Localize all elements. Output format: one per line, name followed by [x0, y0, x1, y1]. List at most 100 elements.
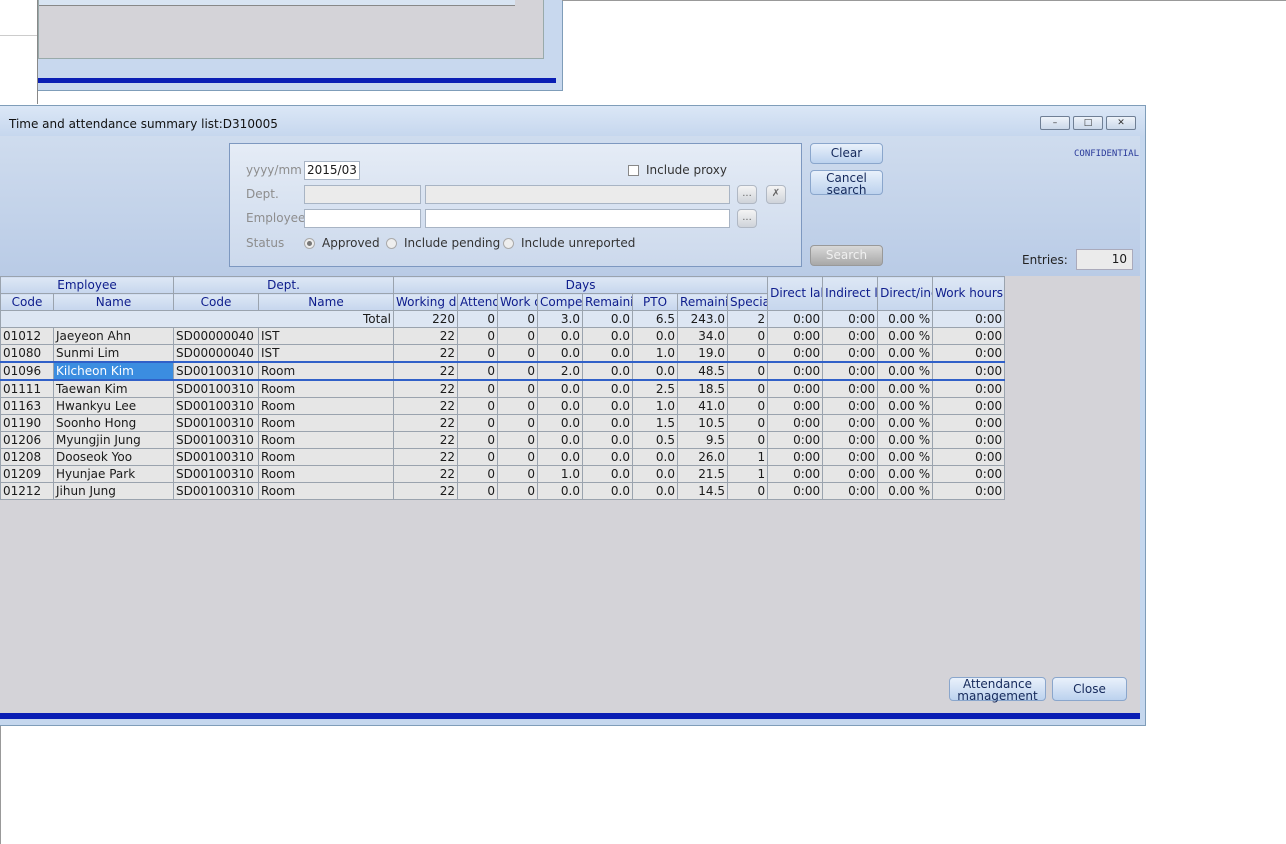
direct-labor-header[interactable]: Direct labor: [767, 276, 824, 311]
dept-name-cell[interactable]: Room: [257, 431, 395, 449]
value-cell[interactable]: 0:00: [822, 465, 879, 483]
dept-code-cell[interactable]: SD00100310: [173, 361, 259, 381]
value-cell[interactable]: 0: [457, 327, 499, 345]
working-days-header[interactable]: Working days: [393, 293, 459, 311]
dept-name-input[interactable]: [425, 185, 730, 204]
title-bar[interactable]: Time and attendance summary list:D310005…: [0, 106, 1145, 136]
cancel-search-button[interactable]: Cancel search: [810, 170, 883, 196]
value-cell[interactable]: 0:00: [932, 397, 1006, 415]
employee-name-cell[interactable]: Dooseok Yoo: [53, 448, 174, 466]
employee-code-cell[interactable]: 01163: [0, 397, 54, 415]
value-cell[interactable]: 0:00: [822, 397, 879, 415]
table-row[interactable]: 01163 Hwankyu Lee SD00100310 Room 22 0 0 0.0 0.0…: [0, 397, 1006, 415]
value-cell[interactable]: 22: [393, 414, 459, 432]
value-cell[interactable]: 0.0: [582, 361, 634, 381]
value-cell[interactable]: 0.0: [537, 448, 584, 466]
maximize-button[interactable]: □: [1073, 116, 1103, 130]
value-cell[interactable]: 0: [497, 465, 539, 483]
table-row[interactable]: 01208 Dooseok Yoo SD00100310 Room 22 0 0 0.0 0.0…: [0, 448, 1006, 466]
value-cell[interactable]: 0.0: [632, 448, 679, 466]
value-cell[interactable]: 0:00: [767, 465, 824, 483]
dept-name-cell[interactable]: Room: [257, 361, 395, 381]
value-cell[interactable]: 0: [497, 397, 539, 415]
value-cell[interactable]: 1.0: [537, 465, 584, 483]
value-cell[interactable]: 0:00: [822, 344, 879, 363]
dept-code-cell[interactable]: SD00100310: [173, 431, 259, 449]
value-cell[interactable]: 0:00: [767, 448, 824, 466]
dept-browse-button[interactable]: ...: [737, 185, 757, 204]
value-cell[interactable]: 0: [727, 344, 769, 363]
employee-name-cell[interactable]: Soonho Hong: [53, 414, 174, 432]
employee-code-cell[interactable]: 01080: [0, 344, 54, 363]
table-row[interactable]: 01096 Kilcheon Kim SD00100310 Room 22 0 0 2.0 0.…: [0, 361, 1006, 381]
employee-code-cell[interactable]: 01111: [0, 379, 54, 398]
value-cell[interactable]: 0: [497, 448, 539, 466]
value-cell[interactable]: 0.00 %: [877, 397, 934, 415]
dept-code-cell[interactable]: SD00100310: [173, 465, 259, 483]
value-cell[interactable]: 0.00 %: [877, 482, 934, 500]
direct-indirect-header[interactable]: Direct/indirect: [877, 276, 934, 311]
value-cell[interactable]: 0:00: [932, 465, 1006, 483]
value-cell[interactable]: 2.5: [632, 379, 679, 398]
value-cell[interactable]: 0.0: [537, 414, 584, 432]
employee-name-cell[interactable]: Myungjin Jung: [53, 431, 174, 449]
value-cell[interactable]: 0:00: [932, 327, 1006, 345]
employee-name-cell[interactable]: Sunmi Lim: [53, 344, 174, 363]
value-cell[interactable]: 0:00: [932, 379, 1006, 398]
value-cell[interactable]: 0.0: [632, 482, 679, 500]
value-cell[interactable]: 0.0: [537, 344, 584, 363]
value-cell[interactable]: 0.00 %: [877, 379, 934, 398]
search-button[interactable]: Search: [810, 245, 883, 266]
value-cell[interactable]: 0.0: [537, 482, 584, 500]
value-cell[interactable]: 10.5: [677, 414, 729, 432]
value-cell[interactable]: 0.0: [632, 327, 679, 345]
dept-code-cell[interactable]: SD00100310: [173, 482, 259, 500]
value-cell[interactable]: 1.0: [632, 344, 679, 363]
value-cell[interactable]: 0.0: [537, 379, 584, 398]
employee-code-cell[interactable]: 01206: [0, 431, 54, 449]
value-cell[interactable]: 0: [457, 379, 499, 398]
value-cell[interactable]: 19.0: [677, 344, 729, 363]
table-row[interactable]: 01206 Myungjin Jung SD00100310 Room 22 0 0 0.0 0…: [0, 431, 1006, 449]
employee-code-cell[interactable]: 01096: [0, 361, 54, 381]
value-cell[interactable]: 0: [497, 431, 539, 449]
value-cell[interactable]: 48.5: [677, 361, 729, 381]
value-cell[interactable]: 0.0: [537, 327, 584, 345]
dept-code-header[interactable]: Code: [173, 293, 259, 311]
value-cell[interactable]: 0:00: [767, 482, 824, 500]
value-cell[interactable]: 0.0: [582, 414, 634, 432]
dept-name-cell[interactable]: IST: [257, 327, 395, 345]
value-cell[interactable]: 18.5: [677, 379, 729, 398]
employee-code-cell[interactable]: 01208: [0, 448, 54, 466]
dept-code-cell[interactable]: SD00100310: [173, 448, 259, 466]
value-cell[interactable]: 0.0: [632, 361, 679, 381]
employee-code-cell[interactable]: 01012: [0, 327, 54, 345]
value-cell[interactable]: 14.5: [677, 482, 729, 500]
employee-name-cell[interactable]: Hyunjae Park: [53, 465, 174, 483]
value-cell[interactable]: 26.0: [677, 448, 729, 466]
value-cell[interactable]: 0: [497, 344, 539, 363]
employee-name-cell[interactable]: Jaeyeon Ahn: [53, 327, 174, 345]
attendance-management-button[interactable]: Attendance management: [949, 677, 1046, 702]
pto-remaining-header[interactable]: Remaining: [677, 293, 729, 311]
value-cell[interactable]: 0:00: [767, 431, 824, 449]
value-cell[interactable]: 0:00: [767, 361, 824, 381]
value-cell[interactable]: 34.0: [677, 327, 729, 345]
value-cell[interactable]: 0:00: [767, 327, 824, 345]
dept-code-input[interactable]: [304, 185, 421, 204]
value-cell[interactable]: 0: [457, 361, 499, 381]
value-cell[interactable]: 0.0: [537, 397, 584, 415]
status-include-unreported-radio[interactable]: [503, 238, 514, 249]
value-cell[interactable]: 0: [457, 465, 499, 483]
value-cell[interactable]: 0: [727, 327, 769, 345]
value-cell[interactable]: 0:00: [767, 344, 824, 363]
value-cell[interactable]: 2.0: [537, 361, 584, 381]
month-input[interactable]: 2015/03: [304, 161, 360, 180]
value-cell[interactable]: 0:00: [822, 414, 879, 432]
dept-name-header[interactable]: Name: [257, 293, 395, 311]
value-cell[interactable]: 22: [393, 448, 459, 466]
table-row[interactable]: 01212 Jihun Jung SD00100310 Room 22 0 0 0.0 0.0 0…: [0, 482, 1006, 500]
value-cell[interactable]: 1: [727, 448, 769, 466]
value-cell[interactable]: 0: [457, 397, 499, 415]
value-cell[interactable]: 22: [393, 361, 459, 381]
